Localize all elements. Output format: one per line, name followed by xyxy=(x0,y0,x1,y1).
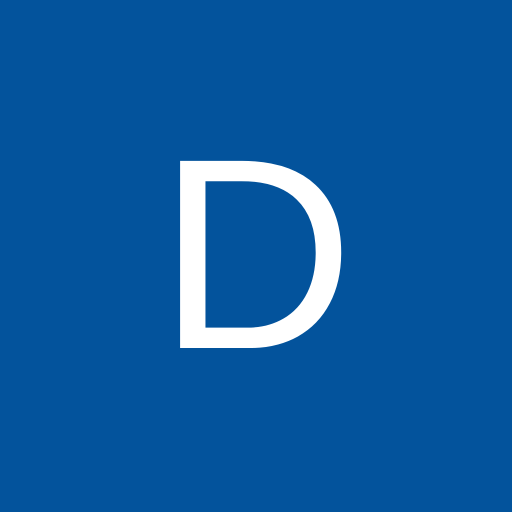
avatar-initial: D xyxy=(157,102,355,406)
avatar: D xyxy=(0,0,512,512)
